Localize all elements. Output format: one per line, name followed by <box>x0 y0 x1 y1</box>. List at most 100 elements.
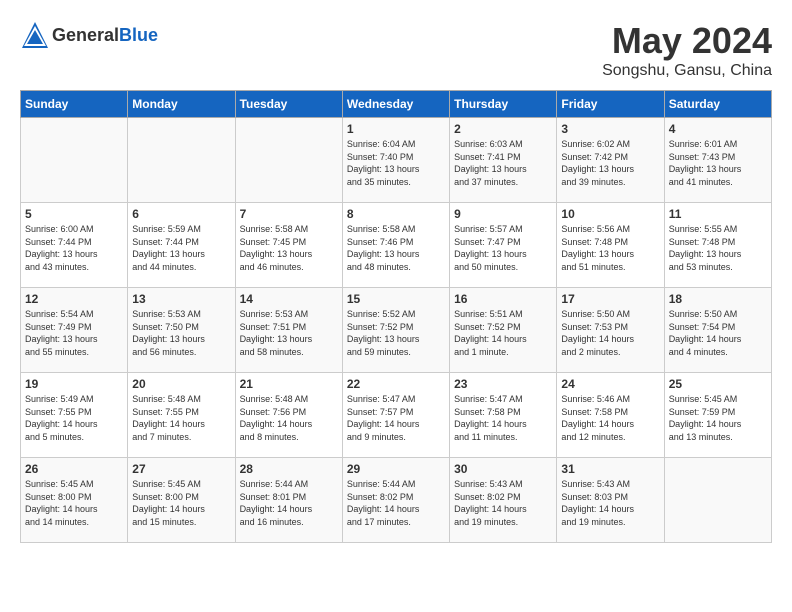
day-info: Sunrise: 5:54 AM Sunset: 7:49 PM Dayligh… <box>25 308 123 358</box>
calendar-cell: 7Sunrise: 5:58 AM Sunset: 7:45 PM Daylig… <box>235 203 342 288</box>
title-block: May 2024 Songshu, Gansu, China <box>602 20 772 80</box>
calendar-cell: 10Sunrise: 5:56 AM Sunset: 7:48 PM Dayli… <box>557 203 664 288</box>
calendar-cell: 9Sunrise: 5:57 AM Sunset: 7:47 PM Daylig… <box>450 203 557 288</box>
calendar-cell: 28 Sunrise: 5:44 AM Sunset: 8:01 PM Dayli… <box>235 458 342 543</box>
day-number: 2 <box>454 122 552 136</box>
day-info: Sunrise: 5:45 AM Sunset: 7:59 PM Dayligh… <box>669 393 767 443</box>
month-title: May 2024 <box>602 20 772 62</box>
day-info: Sunrise: 5:49 AM Sunset: 7:55 PM Dayligh… <box>25 393 123 443</box>
calendar-cell: 13 Sunrise: 5:53 AM Sunset: 7:50 PM Dayli… <box>128 288 235 373</box>
page-header: GeneralBlue May 2024 Songshu, Gansu, Chi… <box>20 20 772 80</box>
day-info: Sunrise: 5:55 AM Sunset: 7:48 PM Dayligh… <box>669 223 767 273</box>
calendar-cell: 19Sunrise: 5:49 AM Sunset: 7:55 PM Dayli… <box>21 373 128 458</box>
location-title: Songshu, Gansu, China <box>602 62 772 80</box>
day-info: Sunrise: 5:50 AM Sunset: 7:53 PM Dayligh… <box>561 308 659 358</box>
weekday-wednesday: Wednesday <box>342 91 449 118</box>
calendar-cell: 27 Sunrise: 5:45 AM Sunset: 8:00 PM Dayli… <box>128 458 235 543</box>
weekday-tuesday: Tuesday <box>235 91 342 118</box>
day-info: Sunrise: 5:50 AM Sunset: 7:54 PM Dayligh… <box>669 308 767 358</box>
day-number: 30 <box>454 462 552 476</box>
day-info: Sunrise: 5:58 AM Sunset: 7:46 PM Dayligh… <box>347 223 445 273</box>
logo-text-general: General <box>52 25 119 45</box>
calendar-week-5: 26 Sunrise: 5:45 AM Sunset: 8:00 PM Dayli… <box>21 458 772 543</box>
logo: GeneralBlue <box>20 20 158 50</box>
day-info: Sunrise: 5:53 AM Sunset: 7:51 PM Dayligh… <box>240 308 338 358</box>
day-info: Sunrise: 5:48 AM Sunset: 7:55 PM Dayligh… <box>132 393 230 443</box>
calendar-week-2: 5 Sunrise: 6:00 AM Sunset: 7:44 PM Daylig… <box>21 203 772 288</box>
calendar-cell: 5 Sunrise: 6:00 AM Sunset: 7:44 PM Daylig… <box>21 203 128 288</box>
calendar-cell: 26 Sunrise: 5:45 AM Sunset: 8:00 PM Dayli… <box>21 458 128 543</box>
weekday-header-row: SundayMondayTuesdayWednesdayThursdayFrid… <box>21 91 772 118</box>
day-info: Sunrise: 6:04 AM Sunset: 7:40 PM Dayligh… <box>347 138 445 188</box>
day-number: 1 <box>347 122 445 136</box>
day-info: Sunrise: 5:51 AM Sunset: 7:52 PM Dayligh… <box>454 308 552 358</box>
calendar-cell: 22Sunrise: 5:47 AM Sunset: 7:57 PM Dayli… <box>342 373 449 458</box>
calendar-cell: 18 Sunrise: 5:50 AM Sunset: 7:54 PM Dayli… <box>664 288 771 373</box>
calendar-cell: 30 Sunrise: 5:43 AM Sunset: 8:02 PM Dayli… <box>450 458 557 543</box>
weekday-friday: Friday <box>557 91 664 118</box>
logo-icon <box>20 20 50 50</box>
weekday-saturday: Saturday <box>664 91 771 118</box>
calendar-cell: 14 Sunrise: 5:53 AM Sunset: 7:51 PM Dayli… <box>235 288 342 373</box>
day-info: Sunrise: 6:00 AM Sunset: 7:44 PM Dayligh… <box>25 223 123 273</box>
calendar-cell: 6Sunrise: 5:59 AM Sunset: 7:44 PM Daylig… <box>128 203 235 288</box>
calendar-cell: 16 Sunrise: 5:51 AM Sunset: 7:52 PM Dayli… <box>450 288 557 373</box>
day-number: 24 <box>561 377 659 391</box>
day-info: Sunrise: 5:58 AM Sunset: 7:45 PM Dayligh… <box>240 223 338 273</box>
day-number: 5 <box>25 207 123 221</box>
day-info: Sunrise: 5:45 AM Sunset: 8:00 PM Dayligh… <box>25 478 123 528</box>
logo-text-blue: Blue <box>119 25 158 45</box>
day-info: Sunrise: 5:43 AM Sunset: 8:02 PM Dayligh… <box>454 478 552 528</box>
calendar-cell: 29 Sunrise: 5:44 AM Sunset: 8:02 PM Dayli… <box>342 458 449 543</box>
calendar-cell: 4 Sunrise: 6:01 AM Sunset: 7:43 PM Daylig… <box>664 118 771 203</box>
calendar-cell: 2 Sunrise: 6:03 AM Sunset: 7:41 PM Daylig… <box>450 118 557 203</box>
calendar-cell: 12Sunrise: 5:54 AM Sunset: 7:49 PM Dayli… <box>21 288 128 373</box>
day-number: 25 <box>669 377 767 391</box>
calendar-body: 1 Sunrise: 6:04 AM Sunset: 7:40 PM Daylig… <box>21 118 772 543</box>
day-number: 11 <box>669 207 767 221</box>
calendar-cell: 8 Sunrise: 5:58 AM Sunset: 7:46 PM Daylig… <box>342 203 449 288</box>
calendar-week-3: 12Sunrise: 5:54 AM Sunset: 7:49 PM Dayli… <box>21 288 772 373</box>
day-number: 28 <box>240 462 338 476</box>
calendar-cell: 17 Sunrise: 5:50 AM Sunset: 7:53 PM Dayli… <box>557 288 664 373</box>
calendar-cell: 24 Sunrise: 5:46 AM Sunset: 7:58 PM Dayli… <box>557 373 664 458</box>
day-number: 13 <box>132 292 230 306</box>
weekday-monday: Monday <box>128 91 235 118</box>
day-number: 22 <box>347 377 445 391</box>
day-number: 4 <box>669 122 767 136</box>
day-number: 20 <box>132 377 230 391</box>
day-info: Sunrise: 5:44 AM Sunset: 8:02 PM Dayligh… <box>347 478 445 528</box>
day-number: 10 <box>561 207 659 221</box>
calendar-cell <box>21 118 128 203</box>
calendar-cell: 23Sunrise: 5:47 AM Sunset: 7:58 PM Dayli… <box>450 373 557 458</box>
calendar-cell: 20 Sunrise: 5:48 AM Sunset: 7:55 PM Dayli… <box>128 373 235 458</box>
calendar-cell: 15Sunrise: 5:52 AM Sunset: 7:52 PM Dayli… <box>342 288 449 373</box>
day-info: Sunrise: 6:02 AM Sunset: 7:42 PM Dayligh… <box>561 138 659 188</box>
calendar-week-1: 1 Sunrise: 6:04 AM Sunset: 7:40 PM Daylig… <box>21 118 772 203</box>
day-info: Sunrise: 5:43 AM Sunset: 8:03 PM Dayligh… <box>561 478 659 528</box>
calendar-cell: 1 Sunrise: 6:04 AM Sunset: 7:40 PM Daylig… <box>342 118 449 203</box>
day-number: 6 <box>132 207 230 221</box>
day-number: 23 <box>454 377 552 391</box>
day-info: Sunrise: 6:03 AM Sunset: 7:41 PM Dayligh… <box>454 138 552 188</box>
day-number: 17 <box>561 292 659 306</box>
day-number: 26 <box>25 462 123 476</box>
calendar-cell <box>664 458 771 543</box>
day-info: Sunrise: 5:45 AM Sunset: 8:00 PM Dayligh… <box>132 478 230 528</box>
day-info: Sunrise: 5:44 AM Sunset: 8:01 PM Dayligh… <box>240 478 338 528</box>
day-number: 27 <box>132 462 230 476</box>
day-number: 14 <box>240 292 338 306</box>
day-number: 15 <box>347 292 445 306</box>
calendar-cell <box>235 118 342 203</box>
weekday-sunday: Sunday <box>21 91 128 118</box>
day-number: 9 <box>454 207 552 221</box>
day-number: 18 <box>669 292 767 306</box>
calendar-cell: 25 Sunrise: 5:45 AM Sunset: 7:59 PM Dayli… <box>664 373 771 458</box>
day-info: Sunrise: 6:01 AM Sunset: 7:43 PM Dayligh… <box>669 138 767 188</box>
calendar-cell: 11 Sunrise: 5:55 AM Sunset: 7:48 PM Dayli… <box>664 203 771 288</box>
day-info: Sunrise: 5:53 AM Sunset: 7:50 PM Dayligh… <box>132 308 230 358</box>
day-number: 16 <box>454 292 552 306</box>
day-number: 29 <box>347 462 445 476</box>
day-number: 8 <box>347 207 445 221</box>
day-info: Sunrise: 5:46 AM Sunset: 7:58 PM Dayligh… <box>561 393 659 443</box>
